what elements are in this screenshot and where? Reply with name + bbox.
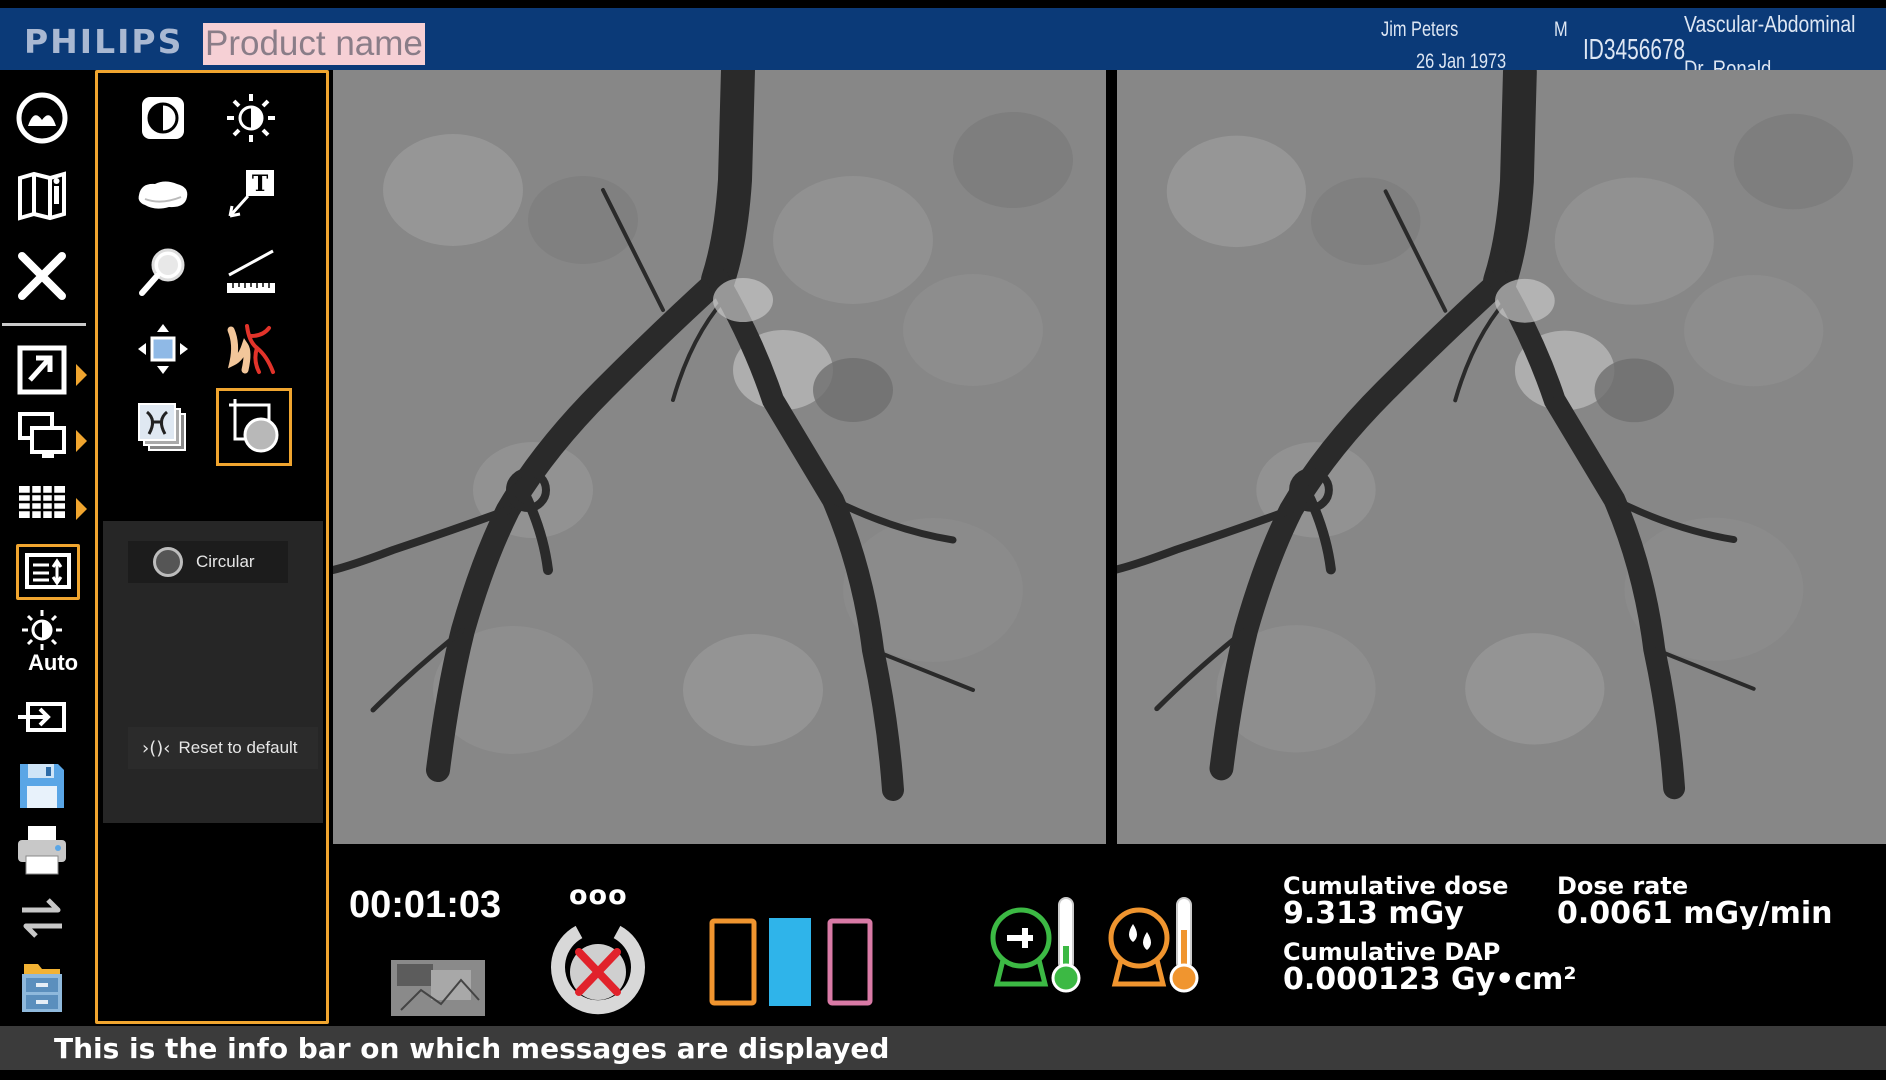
- pan-move-icon: [138, 324, 188, 374]
- toolbar-divider: [2, 323, 86, 326]
- tube-temperature-indicator: [987, 890, 1089, 999]
- blue-layout-icon: [769, 918, 811, 1006]
- contrast-icon: [142, 97, 184, 139]
- patient-info-button[interactable]: [12, 166, 72, 226]
- close-button[interactable]: [12, 246, 72, 306]
- ruler-measure-button[interactable]: [218, 239, 284, 305]
- circle-shape-icon: [153, 547, 183, 577]
- dose-rate-value: 0.0061 mGy/min: [1557, 896, 1833, 931]
- patient-sex: M: [1554, 18, 1568, 41]
- text-annotation-button[interactable]: T: [218, 162, 284, 228]
- angiogram-image: [333, 70, 1106, 844]
- indicator-dots: ooo: [569, 880, 628, 911]
- shutter-tool-button[interactable]: [216, 388, 292, 466]
- auto-label: Auto: [28, 650, 79, 675]
- brand-logo: PHILIPS: [24, 22, 184, 61]
- rotate-view-icon: [16, 92, 68, 144]
- thumbnail-image: [391, 960, 485, 1016]
- display-monitors-icon: [18, 412, 66, 458]
- info-message: This is the info bar on which messages a…: [54, 1032, 890, 1065]
- auto-brightness-button[interactable]: [12, 608, 72, 652]
- image-stack-icon: [138, 403, 186, 451]
- play-review-button[interactable]: [12, 340, 72, 400]
- tool-options-panel: Circular ›()‹ Reset to default: [103, 521, 323, 823]
- grid-layout-icon: [19, 486, 65, 518]
- contrast-tool-button[interactable]: [130, 85, 196, 151]
- print-icon: [18, 826, 66, 875]
- image-stack-button[interactable]: [130, 395, 196, 461]
- vessel-anatomy-icon: [227, 324, 275, 374]
- info-panel-icon: [25, 553, 71, 589]
- magnifier-tool-button[interactable]: [130, 239, 196, 305]
- angiogram-image: [1117, 70, 1886, 842]
- close-icon: [18, 252, 66, 300]
- patient-info-icon: [18, 171, 66, 221]
- reset-icon: ›()‹: [142, 737, 171, 759]
- brightness-icon: [227, 94, 275, 142]
- circular-option-button[interactable]: Circular: [128, 541, 288, 583]
- layout-single-orange-button[interactable]: [709, 918, 757, 1011]
- transfer-icon: [22, 898, 62, 938]
- brightness-tool-button[interactable]: [218, 85, 284, 151]
- shutter-circular-icon: [229, 399, 279, 453]
- grid-layout-button[interactable]: [12, 472, 72, 532]
- reset-default-label: Reset to default: [178, 738, 298, 757]
- pan-tool-button[interactable]: [130, 316, 196, 382]
- stone-shape-icon: [138, 181, 188, 209]
- patient-name: Jim Peters: [1381, 18, 1459, 41]
- circular-option-label: Circular: [196, 552, 255, 571]
- stone-tool-button[interactable]: [130, 162, 196, 228]
- orange-layout-icon: [709, 918, 757, 1006]
- export-icon: [18, 702, 66, 732]
- play-review-icon: [17, 345, 67, 395]
- patient-id: ID3456678: [1583, 34, 1686, 66]
- vessel-anatomy-button[interactable]: [218, 316, 284, 382]
- save-disk-icon: [20, 764, 64, 808]
- run-thumbnail[interactable]: [391, 960, 485, 1016]
- text-annotation-icon: T: [228, 170, 274, 218]
- display-monitors-button[interactable]: [12, 406, 72, 466]
- chevron-right-icon: [76, 430, 87, 452]
- archive-button[interactable]: [12, 958, 72, 1018]
- chevron-right-icon: [76, 498, 87, 520]
- heat-thermometer-icon: [1108, 897, 1199, 993]
- cumulative-dap-value: 0.000123 Gy•cm²: [1283, 962, 1577, 997]
- info-panel-button[interactable]: [16, 544, 80, 600]
- procedure-name: Vascular-Abdominal: [1684, 11, 1856, 37]
- acquisition-status-bar: 00:01:03 ooo Cumulative dose 9.313 mGy D…: [333, 844, 1886, 1026]
- tube-thermometer-icon: [990, 897, 1081, 993]
- ruler-measure-icon: [227, 249, 275, 293]
- tool-panel: T Circular ›()‹ Reset to default: [95, 70, 329, 1024]
- heat-temperature-indicator: [1105, 890, 1207, 999]
- product-name: Product name: [203, 23, 425, 65]
- title-bar: PHILIPS Product name Jim Peters M 26 Jan…: [0, 8, 1886, 81]
- archive-cabinet-icon: [22, 964, 62, 1012]
- chevron-right-icon: [76, 364, 87, 386]
- layout-single-blue-button[interactable]: [769, 918, 811, 1011]
- info-bar: This is the info bar on which messages a…: [0, 1026, 1886, 1070]
- magnifier-icon: [139, 248, 185, 296]
- system-status-button[interactable]: [549, 920, 647, 1023]
- disabled-x-icon: [551, 925, 645, 1015]
- rotate-view-button[interactable]: [12, 88, 72, 148]
- main-toolbar: Auto: [0, 70, 92, 1028]
- pink-layout-icon: [827, 918, 873, 1006]
- svg-text:T: T: [252, 171, 269, 197]
- auto-brightness-icon: [22, 610, 62, 650]
- reset-default-button[interactable]: ›()‹ Reset to default: [128, 727, 318, 769]
- transfer-button[interactable]: [12, 888, 72, 948]
- image-viewport-right[interactable]: [1117, 70, 1886, 844]
- image-viewport-left[interactable]: [333, 70, 1106, 844]
- run-timer: 00:01:03: [349, 884, 502, 926]
- save-button[interactable]: [12, 756, 72, 816]
- export-button[interactable]: [12, 688, 72, 748]
- layout-single-pink-button[interactable]: [827, 918, 873, 1011]
- print-button[interactable]: [12, 820, 72, 880]
- cumulative-dose-value: 9.313 mGy: [1283, 896, 1464, 931]
